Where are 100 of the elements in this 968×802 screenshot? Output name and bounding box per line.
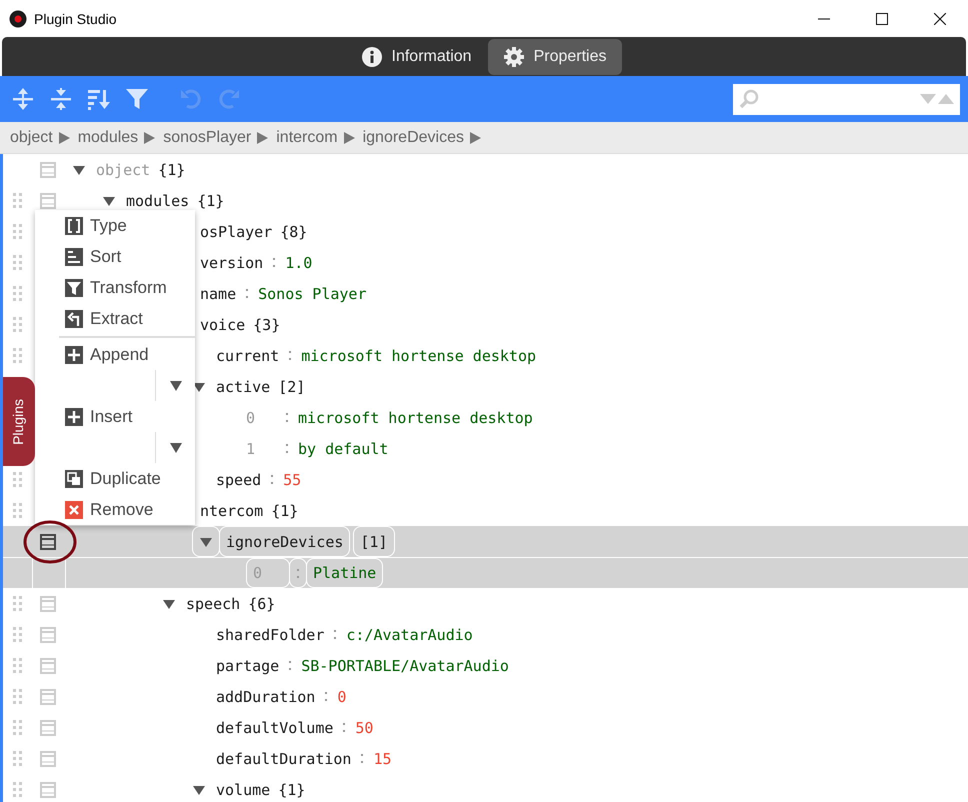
drag-handle-icon[interactable] bbox=[12, 750, 22, 766]
drag-handle-icon[interactable] bbox=[12, 472, 22, 488]
drag-handle-icon[interactable] bbox=[12, 224, 22, 240]
tree-row[interactable]: ignoreDevices [1] bbox=[3, 526, 968, 557]
property-value: microsoft hortense desktop bbox=[297, 408, 534, 426]
drag-handle-icon[interactable] bbox=[12, 502, 22, 518]
menu-item[interactable]: Type bbox=[35, 210, 195, 241]
drag-handle-icon[interactable] bbox=[12, 688, 22, 704]
property-key[interactable]: defaultDuration bbox=[214, 750, 354, 768]
drag-handle-icon[interactable] bbox=[12, 626, 22, 642]
brackets-icon bbox=[65, 216, 83, 234]
caret-icon bbox=[73, 164, 85, 176]
property-key[interactable]: modules bbox=[124, 192, 192, 210]
property-value: 1.0 bbox=[284, 254, 314, 272]
separator-icon bbox=[333, 628, 338, 641]
expand-all-button[interactable] bbox=[10, 86, 36, 112]
breadcrumb-arrow-icon bbox=[470, 132, 481, 144]
property-key[interactable]: speed bbox=[214, 470, 264, 488]
tab[interactable]: Information bbox=[346, 38, 488, 74]
property-value: 50 bbox=[354, 718, 374, 736]
expand-toggle[interactable] bbox=[192, 380, 206, 392]
property-key[interactable]: sharedFolder bbox=[214, 626, 326, 644]
breadcrumb-link[interactable]: sonosPlayer bbox=[163, 128, 252, 146]
search-field[interactable] bbox=[733, 84, 960, 114]
breadcrumb-link[interactable]: ignoreDevices bbox=[362, 128, 464, 146]
caret-icon bbox=[200, 536, 212, 548]
filter-icon bbox=[65, 278, 83, 296]
maximize-icon[interactable] bbox=[876, 12, 888, 24]
property-key[interactable]: speech bbox=[184, 594, 242, 612]
drag-handle-icon[interactable] bbox=[12, 596, 22, 612]
duplicate-icon bbox=[65, 470, 83, 488]
drag-handle-icon[interactable] bbox=[12, 316, 22, 332]
menu-item[interactable]: Extract bbox=[35, 303, 195, 334]
caret-icon bbox=[170, 380, 182, 390]
separator-icon bbox=[245, 287, 250, 300]
previous-result-icon[interactable] bbox=[938, 93, 954, 105]
menu-item[interactable]: Remove bbox=[35, 494, 195, 525]
property-key[interactable]: version bbox=[198, 254, 266, 272]
property-value: 0 bbox=[336, 688, 348, 706]
breadcrumb-link[interactable]: intercom bbox=[276, 128, 338, 146]
item-count: {1} bbox=[157, 160, 186, 178]
separator-icon bbox=[288, 659, 292, 672]
property-value: 55 bbox=[282, 470, 302, 488]
menu-item[interactable]: Sort bbox=[35, 241, 195, 272]
breadcrumb-arrow-icon bbox=[257, 132, 268, 144]
property-key[interactable]: defaultVolume bbox=[214, 718, 336, 736]
breadcrumb-link[interactable]: modules bbox=[78, 128, 138, 146]
item-count: {1} bbox=[196, 192, 226, 210]
remove-icon bbox=[65, 500, 83, 518]
property-key[interactable]: addDuration bbox=[214, 688, 318, 706]
close-icon[interactable] bbox=[934, 12, 946, 24]
item-count: [2] bbox=[277, 378, 306, 396]
annotation-circle bbox=[23, 520, 77, 564]
property-key[interactable]: partage bbox=[214, 656, 282, 674]
next-result-icon[interactable] bbox=[920, 93, 936, 105]
app-logo-icon bbox=[9, 10, 27, 28]
drag-handle-icon[interactable] bbox=[12, 254, 22, 270]
drag-handle-icon[interactable] bbox=[12, 720, 22, 736]
property-key[interactable]: osPlayer bbox=[198, 222, 274, 240]
breadcrumb-arrow-icon bbox=[144, 132, 156, 144]
property-value: 15 bbox=[372, 750, 393, 768]
caret-icon bbox=[103, 194, 115, 206]
collapse-all-button[interactable] bbox=[48, 86, 74, 112]
plugins-tab[interactable]: Plugins bbox=[3, 377, 35, 466]
caret-icon bbox=[193, 784, 205, 796]
separator-icon bbox=[270, 473, 274, 486]
drag-handle-icon[interactable] bbox=[12, 348, 22, 364]
expand-toggle[interactable] bbox=[72, 164, 86, 176]
drag-handle-icon[interactable] bbox=[12, 192, 22, 208]
property-key[interactable]: voice bbox=[198, 316, 248, 334]
info-icon bbox=[362, 46, 382, 66]
expand-toggle[interactable] bbox=[102, 194, 116, 206]
property-key[interactable]: current bbox=[214, 346, 282, 364]
item-count: {6} bbox=[247, 594, 276, 612]
item-count: {3} bbox=[252, 316, 282, 334]
separator-icon bbox=[288, 349, 292, 362]
property-key[interactable]: name bbox=[198, 284, 238, 302]
property-key[interactable]: ntercom bbox=[198, 502, 266, 520]
menu-item[interactable]: Insert bbox=[35, 401, 195, 432]
property-key[interactable]: volume bbox=[214, 780, 272, 798]
breadcrumb-arrow-icon bbox=[58, 132, 70, 144]
drag-handle-icon[interactable] bbox=[12, 658, 22, 674]
tab[interactable]: Properties bbox=[488, 38, 622, 74]
breadcrumb-link[interactable]: object bbox=[10, 128, 53, 146]
search-icon bbox=[739, 89, 759, 109]
property-value: microsoft hortense desktop bbox=[300, 346, 538, 364]
separator-icon bbox=[324, 690, 328, 703]
filter-button[interactable] bbox=[124, 86, 150, 112]
expand-toggle[interactable] bbox=[162, 598, 176, 610]
context-menu-icon[interactable] bbox=[40, 534, 56, 550]
tree-row[interactable]: 0 Platine bbox=[3, 557, 968, 588]
expand-toggle[interactable] bbox=[192, 784, 206, 796]
property-key[interactable]: active bbox=[214, 378, 272, 396]
drag-handle-icon[interactable] bbox=[12, 286, 22, 302]
drag-handle-icon[interactable] bbox=[12, 782, 22, 798]
caret-icon bbox=[193, 380, 205, 392]
plus-icon bbox=[65, 346, 83, 364]
menu-item[interactable]: Duplicate bbox=[35, 463, 195, 494]
menu-item[interactable]: Transform bbox=[35, 272, 195, 303]
menu-item[interactable]: Append bbox=[35, 339, 195, 370]
